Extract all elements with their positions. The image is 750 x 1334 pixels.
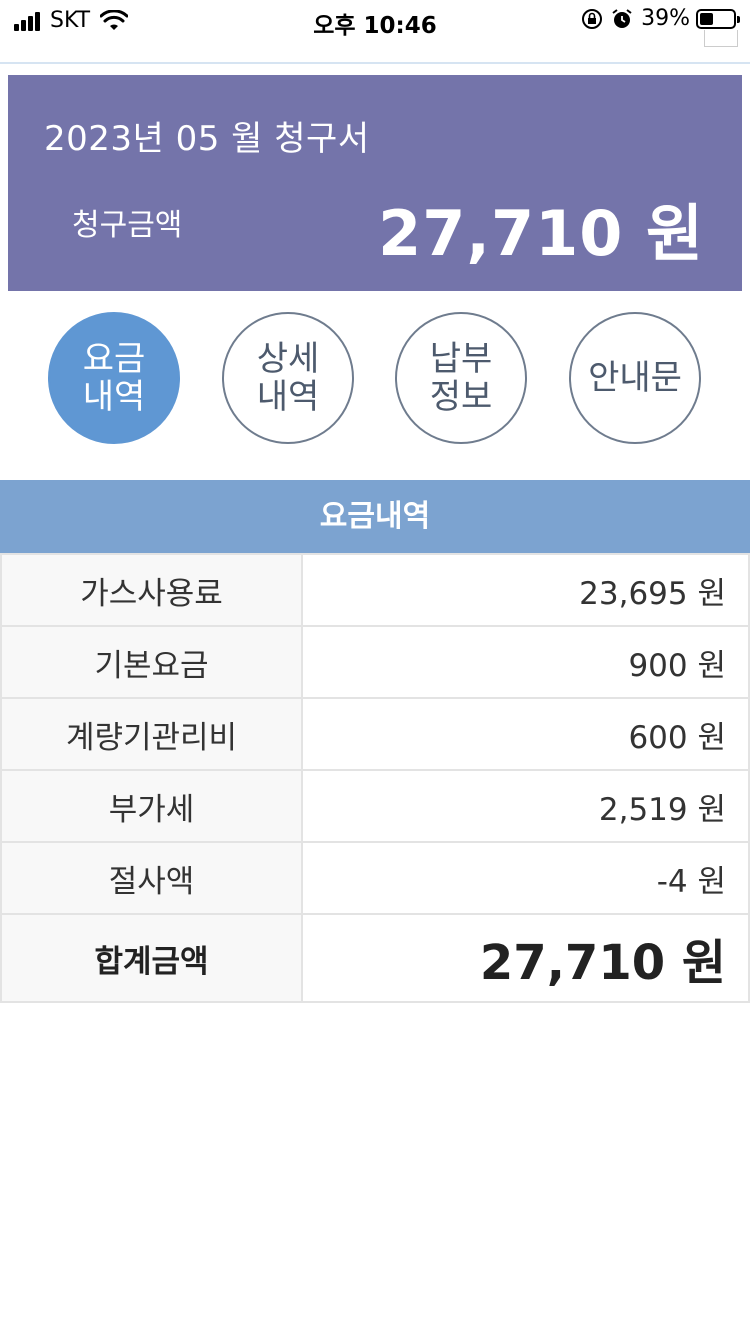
total-label: 합계금액 xyxy=(0,913,303,1003)
tab-detailed-breakdown[interactable]: 상세 내역 xyxy=(222,312,354,444)
status-right: 39% xyxy=(581,6,740,31)
header-divider xyxy=(0,62,750,64)
total-value: 27,710 원 xyxy=(301,913,750,1003)
bill-amount: 27,710 원 xyxy=(378,197,704,270)
tab-detailed-breakdown-label: 상세 내역 xyxy=(256,339,320,417)
bill-amount-label: 청구금액 xyxy=(72,208,183,243)
tab-fee-details-label: 요금 내역 xyxy=(82,339,146,417)
fee-item-value: 2,519 원 xyxy=(301,769,750,843)
fee-table: 가스사용료 23,695 원 기본요금 900 원 계량기관리비 600 원 부… xyxy=(0,553,750,1003)
table-row: 계량기관리비 600 원 xyxy=(0,697,750,771)
table-row: 부가세 2,519 원 xyxy=(0,769,750,843)
header-corner-decoration xyxy=(704,30,738,47)
table-row: 절사액 -4 원 xyxy=(0,841,750,915)
fee-item-name: 부가세 xyxy=(0,769,303,843)
table-row: 기본요금 900 원 xyxy=(0,625,750,699)
fee-item-name: 절사액 xyxy=(0,841,303,915)
fee-item-name: 기본요금 xyxy=(0,625,303,699)
section-title: 요금내역 xyxy=(0,480,750,553)
battery-icon xyxy=(696,8,740,29)
fee-item-value: 23,695 원 xyxy=(301,553,750,627)
alarm-icon xyxy=(612,8,632,28)
tab-payment-info-label: 납부 정보 xyxy=(429,339,493,417)
status-bar: SKT 오후 10:46 39% xyxy=(0,0,750,42)
fee-item-value: -4 원 xyxy=(301,841,750,915)
battery-percent: 39% xyxy=(641,6,690,31)
tab-notice-label: 안내문 xyxy=(588,358,682,398)
fee-item-value: 600 원 xyxy=(301,697,750,771)
bill-summary-card: 2023년 05 월 청구서 청구금액 27,710 원 xyxy=(8,75,742,291)
table-row: 가스사용료 23,695 원 xyxy=(0,553,750,627)
tab-notice[interactable]: 안내문 xyxy=(569,312,701,444)
fee-item-name: 계량기관리비 xyxy=(0,697,303,771)
fee-item-name: 가스사용료 xyxy=(0,553,303,627)
total-row: 합계금액 27,710 원 xyxy=(0,913,750,1003)
tab-payment-info[interactable]: 납부 정보 xyxy=(395,312,527,444)
tab-fee-details[interactable]: 요금 내역 xyxy=(48,312,180,444)
bill-title: 2023년 05 월 청구서 xyxy=(44,119,370,159)
fee-item-value: 900 원 xyxy=(301,625,750,699)
rotation-lock-icon xyxy=(582,8,603,29)
